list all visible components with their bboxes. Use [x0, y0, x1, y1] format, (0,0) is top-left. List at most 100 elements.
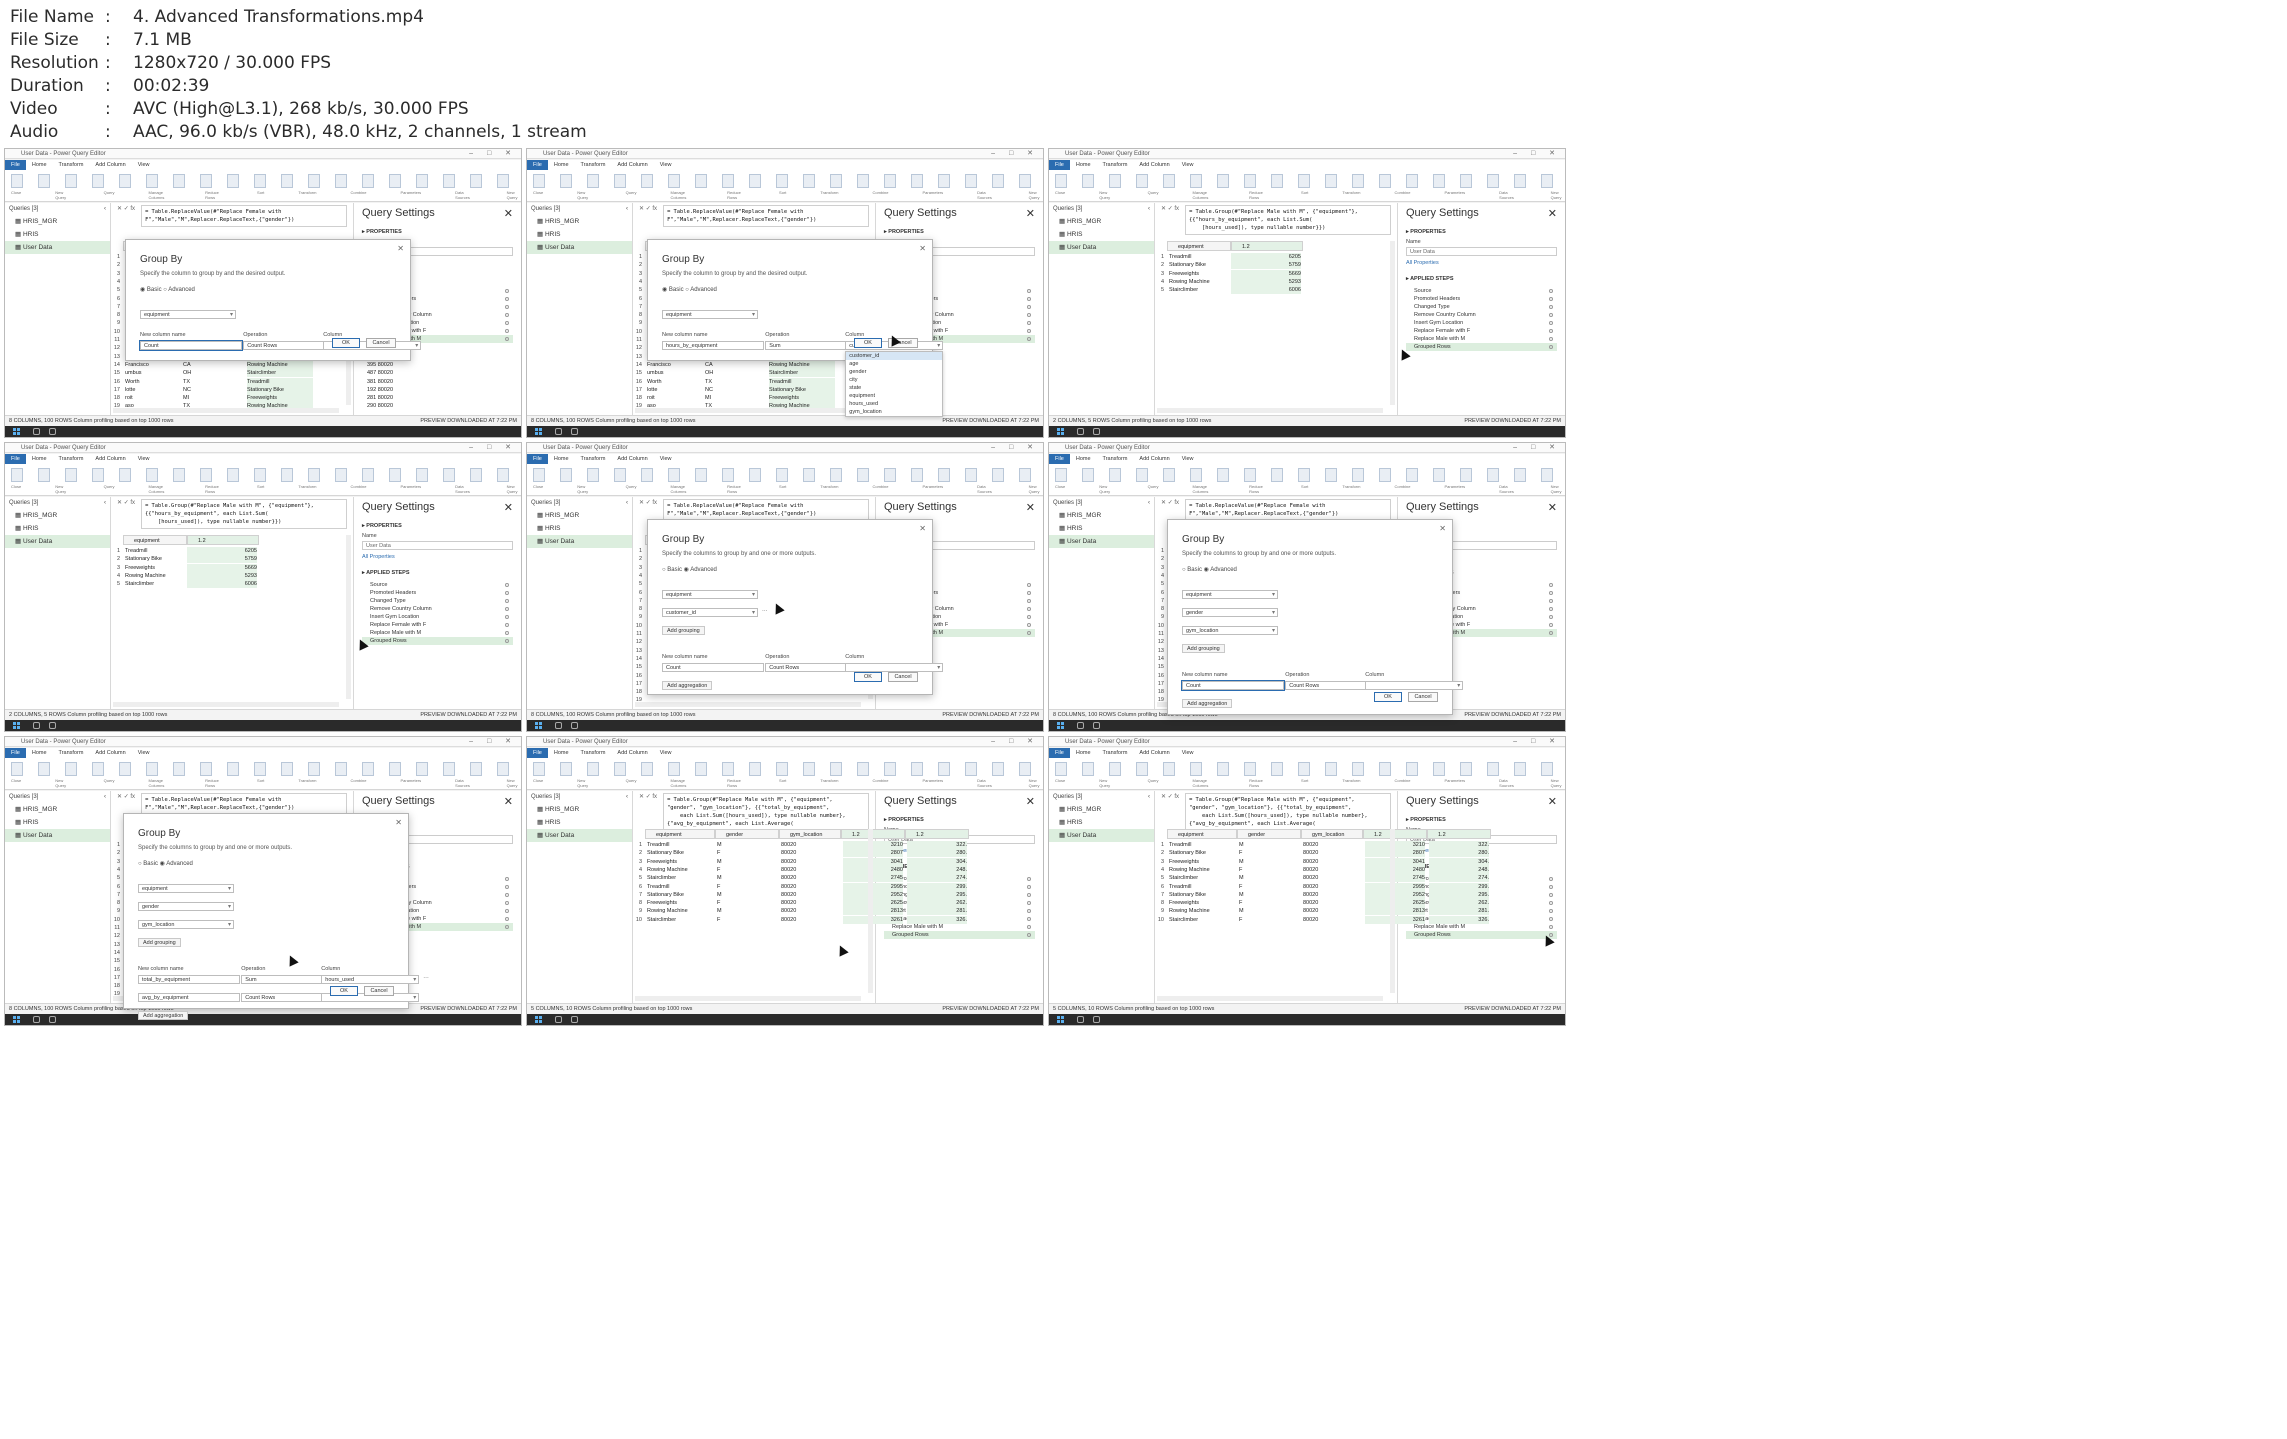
query-item[interactable]: ▦ HRIS [1049, 228, 1154, 241]
grouping-select[interactable]: equipment [138, 884, 234, 893]
close-icon[interactable]: ✕ [504, 207, 513, 220]
gear-icon[interactable] [1027, 591, 1031, 595]
search-icon[interactable] [1077, 1016, 1084, 1023]
gear-icon[interactable] [505, 893, 509, 897]
ribbon-button[interactable] [1190, 174, 1202, 188]
ribbon-button[interactable] [389, 468, 401, 482]
query-item[interactable]: ▦ HRIS [1049, 522, 1154, 535]
formula-text[interactable]: = Table.ReplaceValue(#"Replace Female wi… [141, 793, 347, 815]
gear-icon[interactable] [1027, 623, 1031, 627]
ribbon-button[interactable] [119, 762, 131, 776]
collapse-icon[interactable]: ‹ [1148, 206, 1150, 212]
column-header[interactable]: gym_location [779, 829, 841, 839]
applied-step[interactable]: Changed Type [1406, 303, 1557, 311]
ok-button[interactable]: OK [330, 986, 358, 996]
ribbon-button[interactable] [38, 762, 50, 776]
grouping-select[interactable]: equipment [662, 310, 758, 319]
collapse-icon[interactable]: ‹ [626, 794, 628, 800]
applied-step[interactable]: Replace Male with M [362, 629, 513, 637]
ribbon-button[interactable] [416, 174, 428, 188]
vertical-scrollbar[interactable] [1390, 829, 1395, 993]
applied-step[interactable]: Insert Gym Location [1406, 319, 1557, 327]
new-column-input[interactable]: Count [662, 663, 764, 672]
ribbon-button[interactable] [560, 174, 572, 188]
ribbon-button[interactable] [1055, 174, 1067, 188]
ribbon-button[interactable] [1352, 468, 1364, 482]
ribbon-button[interactable] [389, 174, 401, 188]
ribbon-button[interactable] [1406, 468, 1418, 482]
ribbon-button[interactable] [722, 762, 734, 776]
formula-controls[interactable]: ✕ ✓ fx [1161, 793, 1179, 800]
add-grouping-button[interactable]: Add grouping [1182, 644, 1225, 653]
ribbon-button[interactable] [830, 762, 842, 776]
ribbon-button[interactable] [119, 174, 131, 188]
collapse-icon[interactable]: ‹ [1148, 794, 1150, 800]
ribbon-button[interactable] [470, 762, 482, 776]
query-item[interactable]: ▦ User Data [1049, 241, 1154, 254]
ribbon-button[interactable] [146, 468, 158, 482]
window-controls[interactable]: – □ ✕ [991, 443, 1039, 453]
gear-icon[interactable] [1027, 583, 1031, 587]
collapse-icon[interactable]: ‹ [626, 500, 628, 506]
column-dropdown-list[interactable]: customer_id age gender city state equipment ho… [845, 351, 944, 417]
vertical-scrollbar[interactable] [868, 829, 873, 993]
formula-controls[interactable]: ✕ ✓ fx [1161, 205, 1179, 212]
gear-icon[interactable] [1549, 631, 1553, 635]
ribbon-button[interactable] [1163, 174, 1175, 188]
gear-icon[interactable] [505, 607, 509, 611]
tab-home[interactable]: Home [1070, 748, 1097, 758]
ribbon-button[interactable] [1325, 762, 1337, 776]
windows-icon[interactable] [535, 722, 542, 729]
gear-icon[interactable] [1549, 893, 1553, 897]
applied-step[interactable]: Remove Country Column [1406, 311, 1557, 319]
formula-controls[interactable]: ✕ ✓ fx [117, 205, 135, 212]
ribbon-button[interactable] [38, 468, 50, 482]
ribbon-button[interactable] [587, 762, 599, 776]
ribbon-button[interactable] [416, 468, 428, 482]
query-item[interactable]: ▦ HRIS_MGR [1049, 803, 1154, 816]
formula-controls[interactable]: ✕ ✓ fx [639, 499, 657, 506]
ribbon-button[interactable] [227, 468, 239, 482]
close-icon[interactable]: ✕ [1026, 795, 1035, 808]
gear-icon[interactable] [1027, 305, 1031, 309]
applied-step[interactable]: Source [362, 581, 513, 589]
gear-icon[interactable] [1549, 345, 1553, 349]
tab-transform[interactable]: Transform [1097, 748, 1134, 758]
query-item[interactable]: ▦ User Data [5, 829, 110, 842]
ribbon-button[interactable] [1460, 762, 1472, 776]
search-icon[interactable] [555, 722, 562, 729]
ribbon-button[interactable] [1082, 468, 1094, 482]
applied-step[interactable]: Promoted Headers [362, 589, 513, 597]
close-icon[interactable]: ✕ [504, 795, 513, 808]
task-view-icon[interactable] [571, 1016, 578, 1023]
gear-icon[interactable] [1549, 925, 1553, 929]
gear-icon[interactable] [1549, 321, 1553, 325]
ribbon-button[interactable] [119, 468, 131, 482]
query-item[interactable]: ▦ HRIS [527, 816, 632, 829]
tab-home[interactable]: Home [1070, 160, 1097, 170]
ribbon-button[interactable] [749, 468, 761, 482]
ribbon-button[interactable] [965, 468, 977, 482]
formula-text[interactable]: = Table.ReplaceValue(#"Replace Female wi… [1185, 499, 1391, 521]
ribbon-button[interactable] [1433, 174, 1445, 188]
radio-basic[interactable]: ◉ Basic [662, 287, 685, 293]
ribbon-button[interactable] [1379, 174, 1391, 188]
gear-icon[interactable] [1027, 909, 1031, 913]
formula-text[interactable]: = Table.Group(#"Replace Male with M", {"… [141, 499, 347, 529]
ribbon-button[interactable] [254, 468, 266, 482]
ribbon-button[interactable] [830, 174, 842, 188]
ribbon-button[interactable] [470, 174, 482, 188]
ribbon-button[interactable] [497, 468, 509, 482]
tab-file[interactable]: File [1049, 160, 1070, 170]
ribbon-button[interactable] [776, 468, 788, 482]
ribbon-button[interactable] [1271, 468, 1283, 482]
tab-view[interactable]: View [654, 160, 678, 170]
ribbon-button[interactable] [1379, 468, 1391, 482]
gear-icon[interactable] [505, 925, 509, 929]
query-item[interactable]: ▦ HRIS [527, 522, 632, 535]
ribbon-button[interactable] [938, 468, 950, 482]
ribbon-button[interactable] [11, 174, 23, 188]
task-view-icon[interactable] [49, 428, 56, 435]
query-item[interactable]: ▦ HRIS_MGR [527, 803, 632, 816]
new-column-input[interactable]: Count [139, 340, 243, 351]
